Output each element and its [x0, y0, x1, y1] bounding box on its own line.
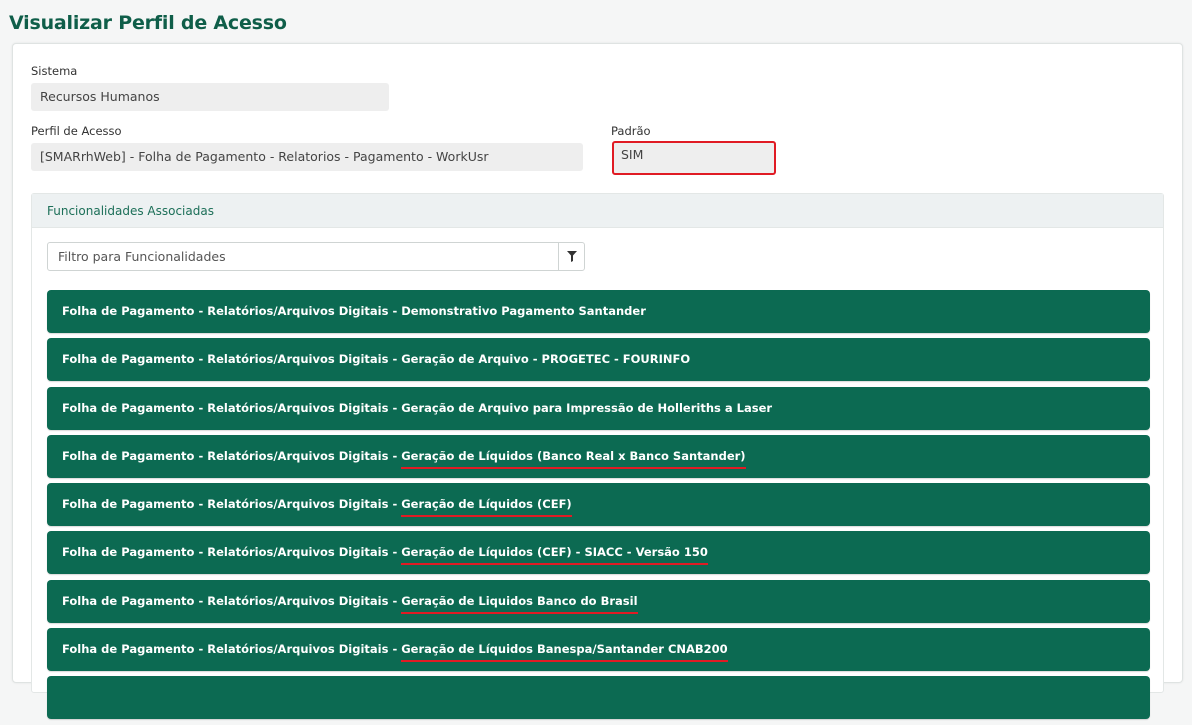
item-prefix: Folha de Pagamento - Relatórios/Arquivos…: [62, 400, 402, 415]
filter-input[interactable]: [48, 243, 558, 270]
list-item[interactable]: Folha de Pagamento - Relatórios/Arquivos…: [47, 579, 1150, 623]
page-title: Visualizar Perfil de Acesso: [9, 12, 287, 34]
sistema-label: Sistema: [31, 64, 78, 78]
filter-icon: [566, 251, 577, 262]
item-name: Geração de Líquidos Banespa/Santander CN…: [401, 642, 728, 657]
item-prefix: Folha de Pagamento - Relatórios/Arquivos…: [62, 352, 402, 367]
item-name: Geração de Arquivo - PROGETEC - FOURINFO: [401, 352, 691, 367]
profile-card: Sistema Recursos Humanos Perfil de Acess…: [12, 43, 1183, 720]
item-name: Geração de Liquidos Banco do Brasil: [401, 593, 638, 608]
filter-group: [47, 242, 585, 271]
sistema-field: Recursos Humanos: [31, 83, 389, 111]
funcionalidades-list: Folha de Pagamento - Relatórios/Arquivos…: [47, 290, 1150, 725]
item-prefix: Folha de Pagamento - Relatórios/Arquivos…: [62, 545, 402, 560]
list-item[interactable]: Folha de Pagamento - Relatórios/Arquivos…: [47, 483, 1150, 527]
list-item[interactable]: [47, 676, 1150, 720]
item-prefix: Folha de Pagamento - Relatórios/Arquivos…: [62, 448, 402, 463]
list-item[interactable]: Folha de Pagamento - Relatórios/Arquivos…: [47, 290, 1150, 333]
funcionalidades-panel: Funcionalidades Associadas Folha de Paga…: [31, 193, 1164, 720]
item-prefix: Folha de Pagamento - Relatórios/Arquivos…: [62, 642, 402, 657]
item-name: Geração de Arquivo para Impressão de Hol…: [401, 400, 773, 415]
filter-button[interactable]: [558, 243, 584, 270]
item-prefix: Folha de Pagamento - Relatórios/Arquivos…: [62, 497, 402, 512]
list-item[interactable]: Folha de Pagamento - Relatórios/Arquivos…: [47, 628, 1150, 672]
list-item[interactable]: Folha de Pagamento - Relatórios/Arquivos…: [47, 531, 1150, 575]
perfil-field: [SMARrhWeb] - Folha de Pagamento - Relat…: [31, 143, 583, 171]
item-name: Geração de Líquidos (CEF) - SIACC - Vers…: [401, 545, 708, 560]
perfil-label: Perfil de Acesso: [31, 124, 122, 138]
list-item[interactable]: Folha de Pagamento - Relatórios/Arquivos…: [47, 434, 1150, 478]
list-item[interactable]: Folha de Pagamento - Relatórios/Arquivos…: [47, 386, 1150, 430]
padrao-field: SIM: [612, 141, 776, 175]
item-name: Geração de Líquidos (CEF): [401, 497, 572, 512]
list-item[interactable]: Folha de Pagamento - Relatórios/Arquivos…: [47, 338, 1150, 382]
item-name: Geração de Líquidos (Banco Real x Banco …: [401, 448, 746, 463]
panel-header: Funcionalidades Associadas: [32, 194, 1163, 228]
padrao-label: Padrão: [611, 124, 651, 138]
item-prefix: Folha de Pagamento - Relatórios/Arquivos…: [62, 304, 402, 318]
item-name: Demonstrativo Pagamento Santander: [401, 304, 646, 318]
item-prefix: Folha de Pagamento - Relatórios/Arquivos…: [62, 593, 402, 608]
